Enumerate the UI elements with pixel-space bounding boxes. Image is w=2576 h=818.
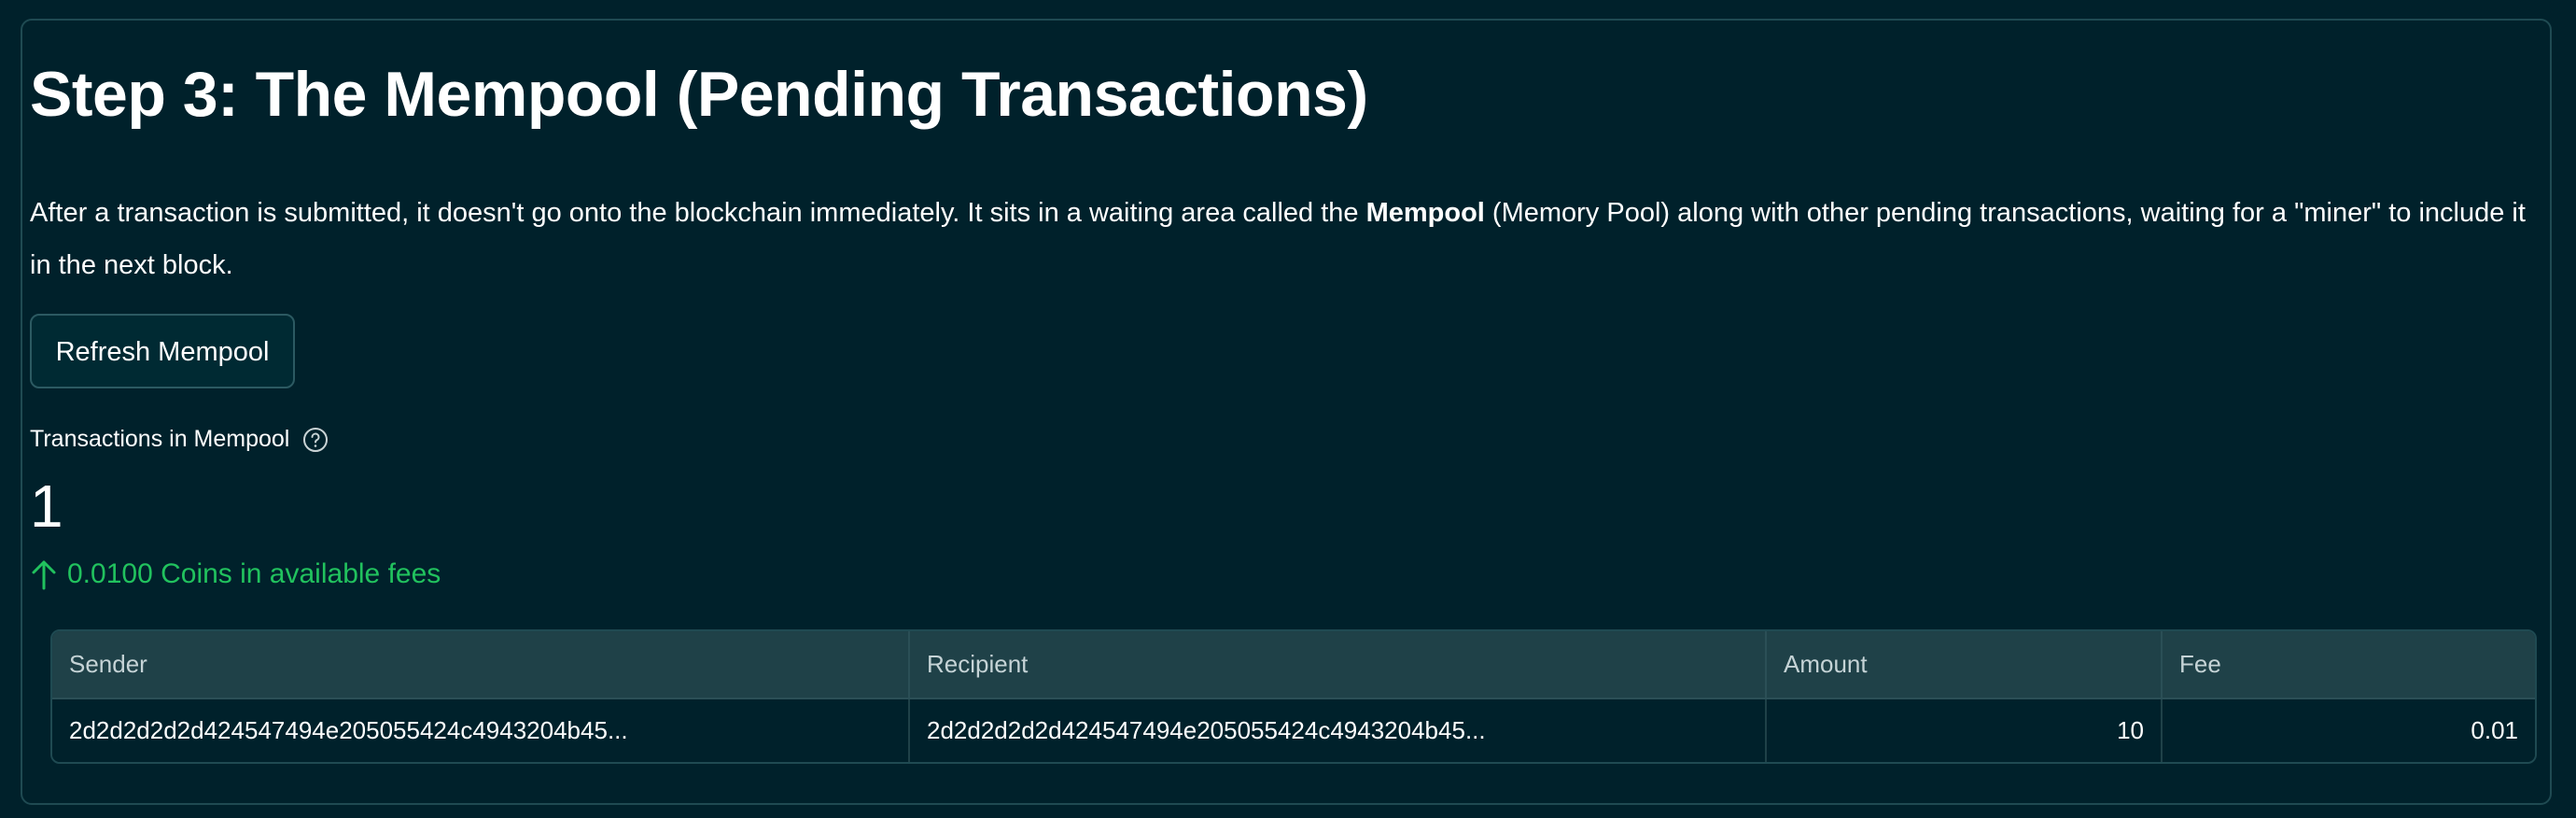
description-text: After a transaction is submitted, it doe… [30, 198, 1366, 228]
cell-recipient[interactable]: 2d2d2d2d2d424547494e205055424c4943204b45… [909, 698, 1767, 762]
table-row[interactable]: 2d2d2d2d2d424547494e205055424c4943204b45… [52, 698, 2535, 762]
column-header-fee[interactable]: Fee [2162, 631, 2535, 699]
arrow-up-icon [32, 560, 56, 590]
refresh-mempool-button[interactable]: Refresh Mempool [30, 314, 295, 388]
table-header-row: Sender Recipient Amount Fee [52, 631, 2535, 699]
metric-delta: 0.0100 Coins in available fees [30, 558, 441, 590]
cell-amount[interactable]: 10 [1766, 698, 2163, 762]
metric-label: Transactions in Mempool [30, 426, 329, 453]
cell-fee[interactable]: 0.01 [2162, 698, 2535, 762]
column-header-sender[interactable]: Sender [52, 631, 910, 699]
section-title: Step 3: The Mempool (Pending Transaction… [30, 59, 1368, 130]
cell-sender[interactable]: 2d2d2d2d2d424547494e205055424c4943204b45… [52, 698, 910, 762]
description-bold-term: Mempool [1365, 198, 1485, 228]
section-description: After a transaction is submitted, it doe… [30, 187, 2531, 291]
column-header-recipient[interactable]: Recipient [909, 631, 1767, 699]
column-header-amount[interactable]: Amount [1766, 631, 2163, 699]
metric-label-text: Transactions in Mempool [30, 426, 290, 452]
metric-delta-text: 0.0100 Coins in available fees [67, 558, 441, 589]
metric-value: 1 [30, 472, 63, 540]
question-circle-icon[interactable] [302, 427, 329, 453]
mempool-table: Sender Recipient Amount Fee 2d2d2d2d2d42… [50, 629, 2537, 764]
